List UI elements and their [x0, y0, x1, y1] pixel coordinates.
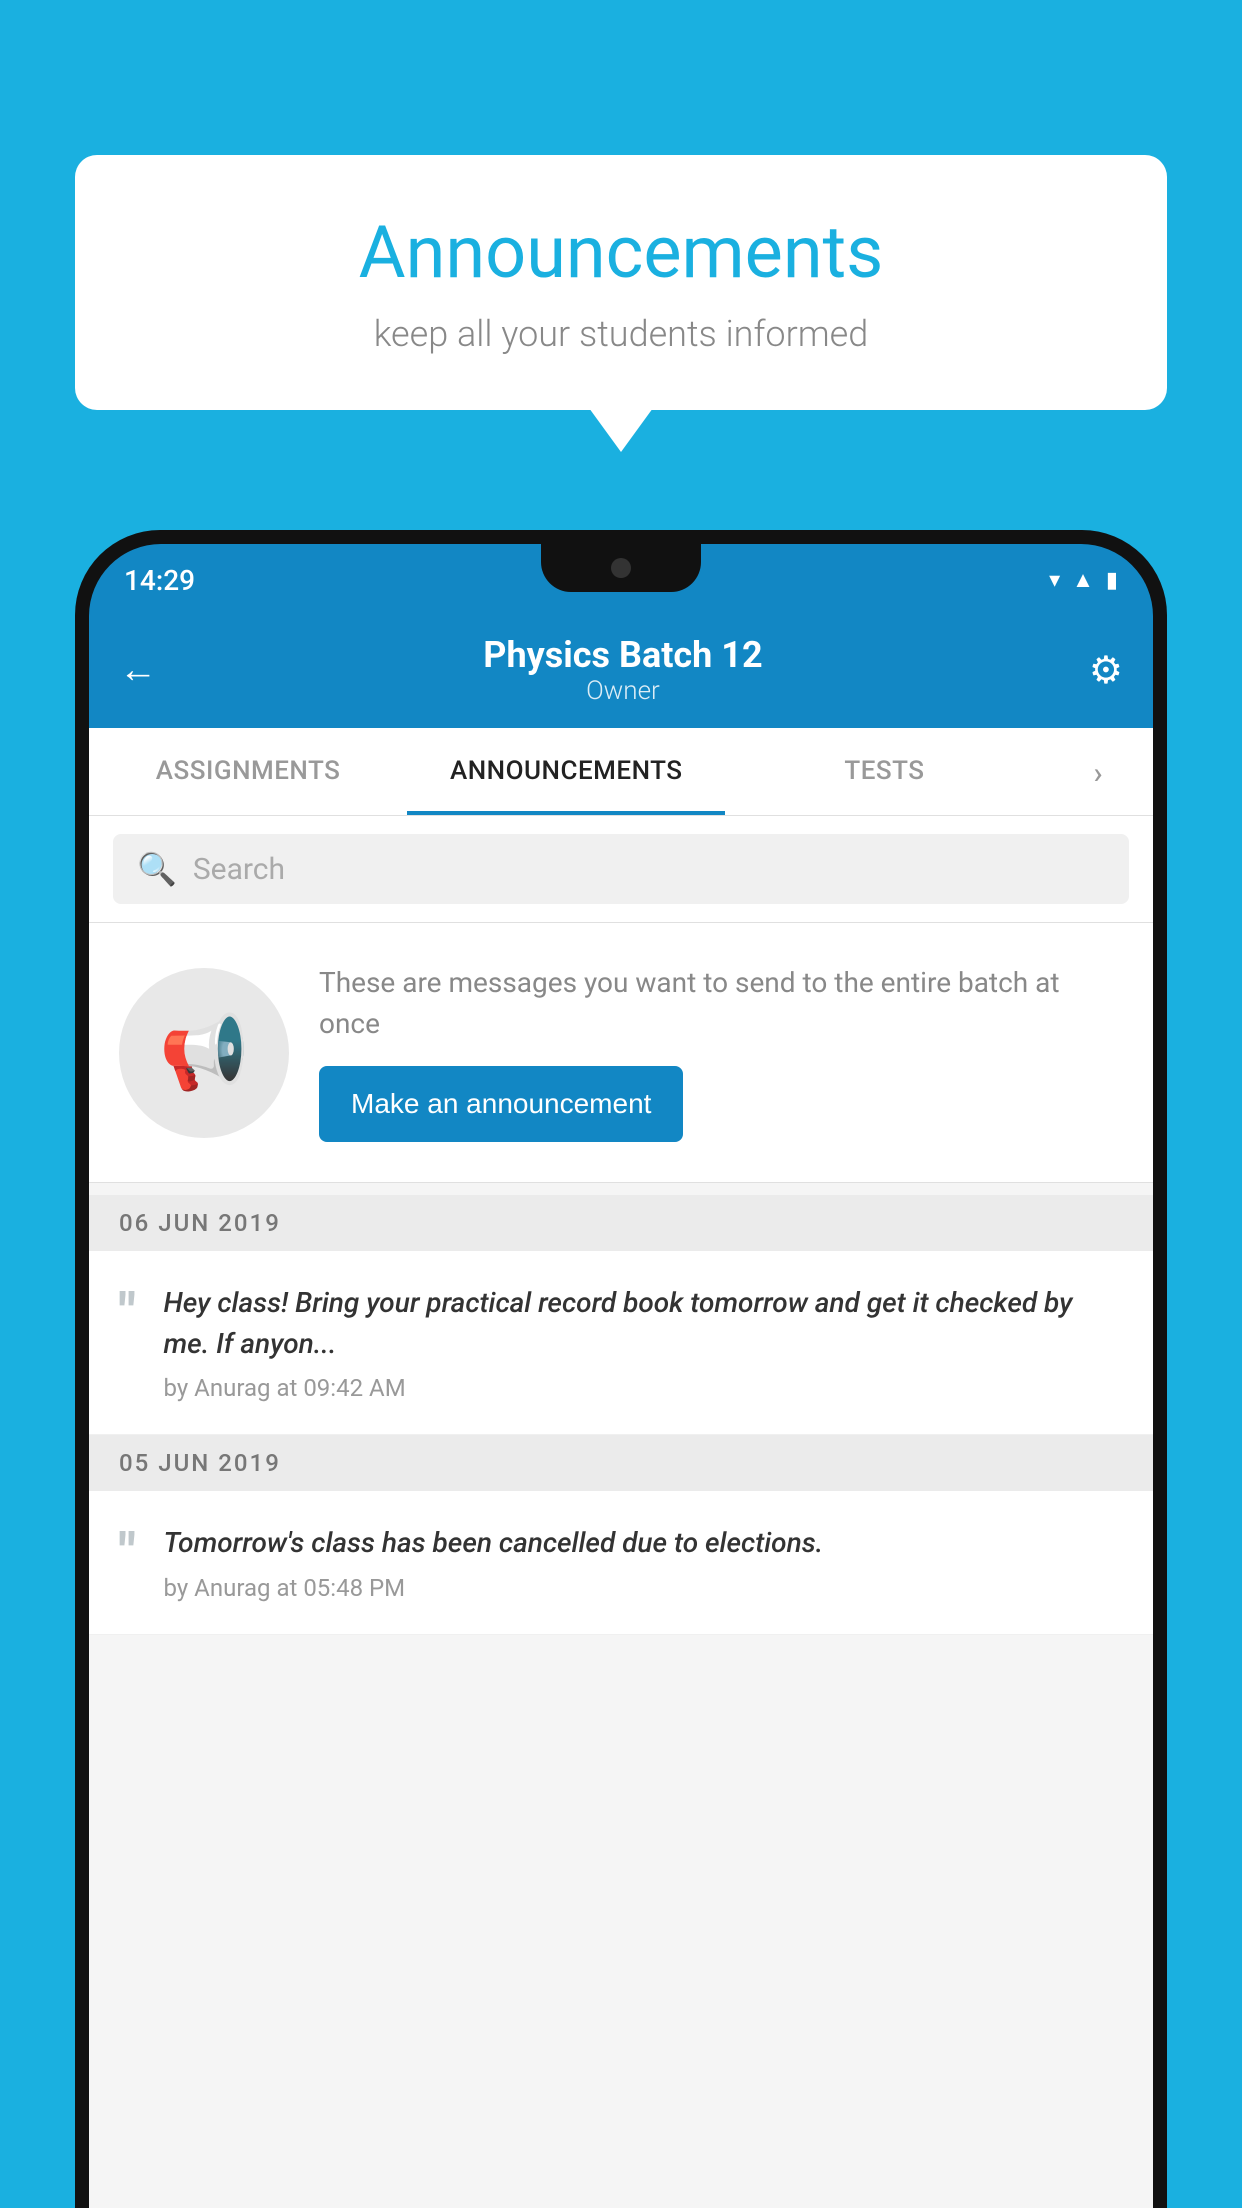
status-bar: 14:29 ▾ ▲ ▮ — [89, 544, 1153, 616]
announcement-item-1[interactable]: " Hey class! Bring your practical record… — [89, 1251, 1153, 1435]
announcement-meta-2: by Anurag at 05:48 PM — [164, 1574, 1123, 1602]
header-subtitle: Owner — [483, 676, 762, 706]
announcement-text-2: Tomorrow's class has been cancelled due … — [164, 1523, 1123, 1564]
promo-section: 📢 These are messages you want to send to… — [89, 923, 1153, 1183]
phone-inner: 14:29 ▾ ▲ ▮ ← Physics Batch 12 Owner ⚙ A… — [89, 544, 1153, 2208]
megaphone-icon: 📢 — [159, 1010, 249, 1095]
header-title: Physics Batch 12 — [483, 634, 762, 676]
announcement-text-1: Hey class! Bring your practical record b… — [164, 1283, 1123, 1364]
tab-assignments[interactable]: ASSIGNMENTS — [89, 728, 407, 815]
speech-bubble: Announcements keep all your students inf… — [75, 155, 1167, 410]
bubble-title: Announcements — [135, 210, 1107, 295]
tabs-bar: ASSIGNMENTS ANNOUNCEMENTS TESTS › — [89, 728, 1153, 816]
battery-icon: ▮ — [1106, 568, 1118, 593]
make-announcement-button[interactable]: Make an announcement — [319, 1066, 683, 1142]
promo-right: These are messages you want to send to t… — [319, 963, 1123, 1142]
announcement-content-1: Hey class! Bring your practical record b… — [164, 1283, 1123, 1402]
announcement-meta-1: by Anurag at 09:42 AM — [164, 1374, 1123, 1402]
announcement-item-2[interactable]: " Tomorrow's class has been cancelled du… — [89, 1491, 1153, 1635]
announcement-content-2: Tomorrow's class has been cancelled due … — [164, 1523, 1123, 1602]
search-placeholder: Search — [193, 852, 285, 887]
back-button[interactable]: ← — [119, 648, 157, 692]
phone-frame: 14:29 ▾ ▲ ▮ ← Physics Batch 12 Owner ⚙ A… — [75, 530, 1167, 2208]
search-container: 🔍 Search — [89, 816, 1153, 923]
tab-announcements[interactable]: ANNOUNCEMENTS — [407, 728, 725, 815]
status-time: 14:29 — [124, 564, 195, 597]
date-separator-2: 05 JUN 2019 — [89, 1435, 1153, 1491]
notch — [541, 544, 701, 592]
camera-dot — [611, 558, 631, 578]
speech-bubble-area: Announcements keep all your students inf… — [75, 155, 1167, 410]
signal-icon: ▲ — [1072, 567, 1094, 593]
quote-icon-1: " — [119, 1287, 136, 1339]
settings-icon[interactable]: ⚙ — [1089, 648, 1123, 693]
app-header: ← Physics Batch 12 Owner ⚙ — [89, 616, 1153, 728]
wifi-icon: ▾ — [1049, 568, 1060, 593]
promo-description: These are messages you want to send to t… — [319, 963, 1123, 1044]
promo-icon-circle: 📢 — [119, 968, 289, 1138]
search-icon: 🔍 — [137, 850, 177, 888]
tab-tests[interactable]: TESTS — [725, 728, 1043, 815]
bubble-subtitle: keep all your students informed — [135, 313, 1107, 355]
tab-more[interactable]: › — [1044, 728, 1153, 815]
header-title-group: Physics Batch 12 Owner — [483, 634, 762, 706]
date-separator-1: 06 JUN 2019 — [89, 1195, 1153, 1251]
content-area: 🔍 Search 📢 These are messages you want t… — [89, 816, 1153, 2208]
status-icons: ▾ ▲ ▮ — [1049, 567, 1118, 593]
search-bar[interactable]: 🔍 Search — [113, 834, 1129, 904]
quote-icon-2: " — [119, 1527, 136, 1579]
